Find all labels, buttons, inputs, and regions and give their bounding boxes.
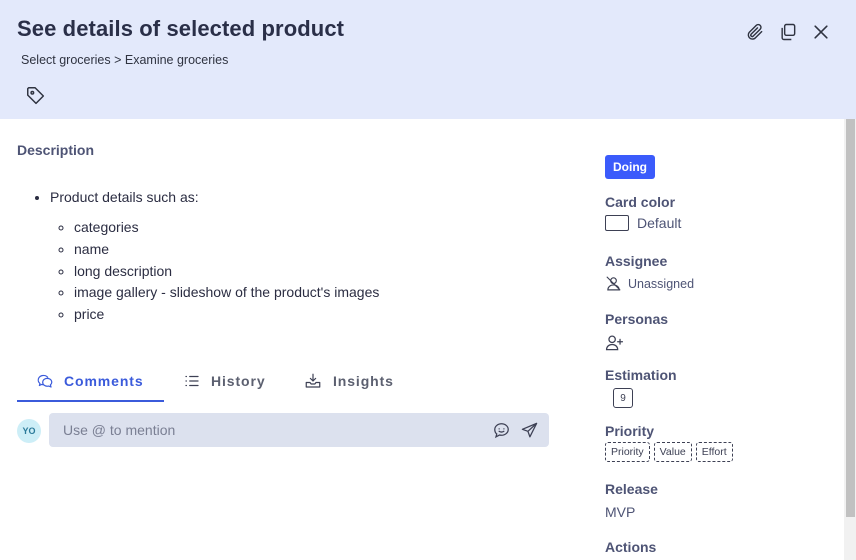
copy-icon[interactable] (777, 20, 799, 44)
color-swatch (605, 215, 629, 231)
card-color-label: Card color (605, 194, 676, 210)
tab-history[interactable]: History (183, 360, 266, 402)
tag-icon[interactable] (25, 85, 47, 107)
description-body[interactable]: Product details such as: categories name… (30, 187, 379, 326)
tab-label: Comments (64, 373, 144, 389)
list-item: categories (74, 217, 379, 239)
card-color-selector[interactable]: Default (605, 215, 681, 231)
inbox-download-icon (305, 373, 321, 388)
user-unassigned-icon (606, 276, 621, 291)
card-title[interactable]: See details of selected product (17, 16, 344, 42)
personas-label: Personas (605, 311, 669, 327)
release-label: Release (605, 481, 658, 497)
actions-label: Actions (605, 539, 657, 555)
close-icon[interactable] (810, 20, 832, 44)
tab-comments[interactable]: Comments (36, 360, 144, 402)
comment-input[interactable] (49, 413, 479, 447)
value-chip[interactable]: Value (653, 442, 692, 462)
priority-chips: Priority Value Effort (605, 442, 733, 462)
effort-chip[interactable]: Effort (695, 442, 733, 462)
list-item: image gallery - slideshow of the product… (74, 282, 379, 304)
estimation-label: Estimation (605, 367, 677, 383)
active-tab-indicator (17, 400, 164, 402)
tab-insights[interactable]: Insights (303, 360, 394, 402)
list-item: long description (74, 261, 379, 283)
attachment-icon[interactable] (744, 20, 766, 44)
breadcrumb[interactable]: Select groceries > Examine groceries (21, 53, 228, 67)
comments-icon (37, 374, 53, 388)
tab-label: Insights (333, 373, 394, 389)
comment-box (49, 413, 549, 447)
description-intro: Product details such as: (50, 189, 199, 205)
list-item: price (74, 304, 379, 326)
release-value[interactable]: MVP (605, 504, 635, 520)
scrollbar-thumb[interactable] (846, 119, 855, 517)
scrollbar[interactable] (844, 119, 856, 560)
avatar[interactable]: YO (17, 419, 41, 443)
estimation-value[interactable]: 9 (613, 388, 633, 408)
priority-label: Priority (605, 423, 655, 439)
list-icon (185, 375, 199, 387)
activity-tabs: Comments History Insights (17, 360, 549, 402)
description-label: Description (17, 142, 95, 158)
add-user-icon (605, 335, 624, 351)
send-icon[interactable] (520, 421, 539, 440)
header-actions (744, 20, 832, 44)
assignee-selector[interactable]: Unassigned (605, 275, 694, 292)
tab-label: History (211, 373, 266, 389)
emoji-comment-icon[interactable] (492, 421, 511, 440)
assignee-label: Assignee (605, 253, 668, 269)
card-color-value: Default (637, 215, 682, 231)
status-badge[interactable]: Doing (605, 155, 655, 179)
assignee-value: Unassigned (628, 276, 695, 291)
list-item: name (74, 239, 379, 261)
card-header: See details of selected product Select g… (0, 0, 856, 119)
add-persona-button[interactable] (605, 333, 624, 352)
priority-chip[interactable]: Priority (605, 442, 650, 462)
